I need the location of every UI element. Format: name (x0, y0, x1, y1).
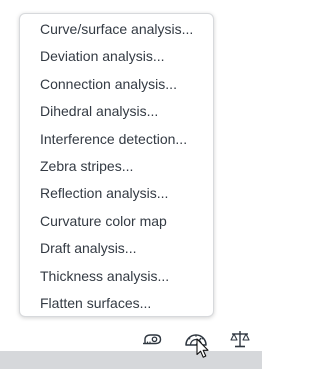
menu-item-draft-analysis[interactable]: Draft analysis... (20, 235, 213, 262)
status-strip (0, 351, 262, 369)
analysis-protractor-icon (184, 329, 208, 349)
measure-tool-button[interactable] (140, 327, 166, 351)
menu-item-zebra-stripes[interactable]: Zebra stripes... (20, 153, 213, 180)
menu-item-connection-analysis[interactable]: Connection analysis... (20, 71, 213, 98)
menu-item-reflection-analysis[interactable]: Reflection analysis... (20, 180, 213, 207)
measure-tape-icon (142, 330, 164, 348)
menu-item-interference-detection[interactable]: Interference detection... (20, 126, 213, 153)
mass-properties-tool-button[interactable] (227, 327, 253, 351)
menu-item-curvature-color-map[interactable]: Curvature color map (20, 208, 213, 235)
menu-item-thickness-analysis[interactable]: Thickness analysis... (20, 263, 213, 290)
menu-item-deviation-analysis[interactable]: Deviation analysis... (20, 43, 213, 70)
analysis-tool-button[interactable] (183, 327, 209, 351)
menu-item-curve-surface-analysis[interactable]: Curve/surface analysis... (20, 16, 213, 43)
mass-properties-scale-icon (229, 329, 251, 349)
menu-item-flatten-surfaces[interactable]: Flatten surfaces... (20, 290, 213, 317)
analysis-dropdown-menu: Curve/surface analysis... Deviation anal… (19, 13, 214, 317)
menu-item-dihedral-analysis[interactable]: Dihedral analysis... (20, 98, 213, 125)
